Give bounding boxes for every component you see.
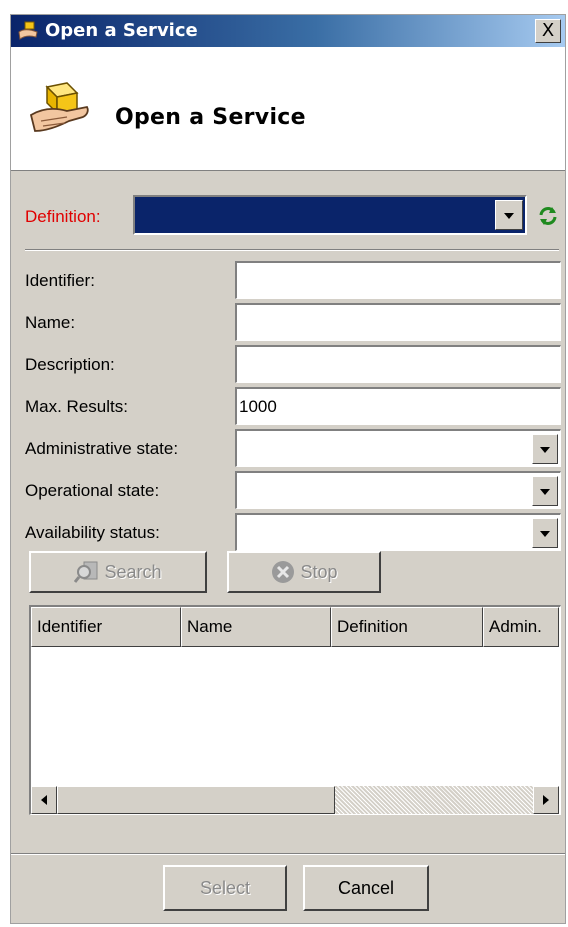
description-input[interactable] [235, 345, 561, 383]
max-results-value: 1000 [239, 397, 277, 416]
search-icon [74, 561, 98, 583]
operational-state-select[interactable] [235, 471, 561, 509]
scroll-thumb[interactable] [57, 786, 335, 814]
stop-button[interactable]: Stop [227, 551, 381, 593]
availability-status-select[interactable] [235, 513, 561, 551]
definition-label: Definition: [25, 207, 101, 226]
select-button[interactable]: Select [163, 865, 287, 911]
title-bar[interactable]: Open a Service X [11, 15, 565, 47]
column-header-name[interactable]: Name [181, 607, 331, 647]
availability-status-label: Availability status: [25, 523, 160, 542]
cancel-label: Cancel [337, 877, 395, 898]
close-button[interactable]: X [535, 19, 561, 43]
open-service-dialog: Open a Service X Open a Service Definiti… [10, 14, 566, 924]
scroll-right-button[interactable] [533, 786, 559, 814]
administrative-state-label: Administrative state: [25, 439, 179, 458]
chevron-down-icon [540, 447, 550, 453]
name-label: Name: [25, 313, 76, 332]
definition-select[interactable] [133, 195, 527, 235]
administrative-state-dropdown-button[interactable] [532, 434, 558, 464]
availability-status-dropdown-button[interactable] [532, 518, 558, 548]
window-title: Open a Service [45, 20, 198, 41]
column-header-definition[interactable]: Definition [331, 607, 483, 647]
chevron-right-icon [543, 795, 549, 805]
identifier-label: Identifier: [25, 271, 95, 290]
column-header-identifier[interactable]: Identifier [31, 607, 181, 647]
service-hand-icon [18, 21, 38, 40]
search-label: Search [104, 561, 162, 582]
separator [25, 249, 559, 251]
hand-with-box-icon [29, 82, 89, 132]
chevron-down-icon [504, 213, 514, 219]
scroll-left-button[interactable] [31, 786, 57, 814]
header-title: Open a Service [115, 105, 306, 130]
results-table[interactable]: Identifier Name Definition Admin. [29, 605, 561, 815]
name-input[interactable] [235, 303, 561, 341]
chevron-down-icon [540, 531, 550, 537]
stop-label: Stop [300, 561, 338, 582]
operational-state-label: Operational state: [25, 481, 160, 500]
max-results-input[interactable]: 1000 [235, 387, 561, 425]
horizontal-scrollbar[interactable] [31, 786, 559, 814]
max-results-label: Max. Results: [25, 397, 128, 416]
footer-separator [11, 853, 565, 855]
table-header: Identifier Name Definition Admin. [31, 607, 559, 647]
definition-dropdown-button[interactable] [495, 200, 523, 230]
administrative-state-select[interactable] [235, 429, 561, 467]
cancel-button[interactable]: Cancel [303, 865, 429, 911]
identifier-input[interactable] [235, 261, 561, 299]
column-header-admin[interactable]: Admin. [483, 607, 559, 647]
operational-state-dropdown-button[interactable] [532, 476, 558, 506]
stop-icon [272, 561, 295, 583]
chevron-down-icon [540, 489, 550, 495]
dialog-header: Open a Service [11, 47, 565, 171]
refresh-icon[interactable] [537, 205, 559, 227]
search-button[interactable]: Search [29, 551, 207, 593]
scroll-track[interactable] [335, 786, 533, 814]
chevron-left-icon [41, 795, 47, 805]
select-label: Select [199, 877, 251, 898]
description-label: Description: [25, 355, 115, 374]
